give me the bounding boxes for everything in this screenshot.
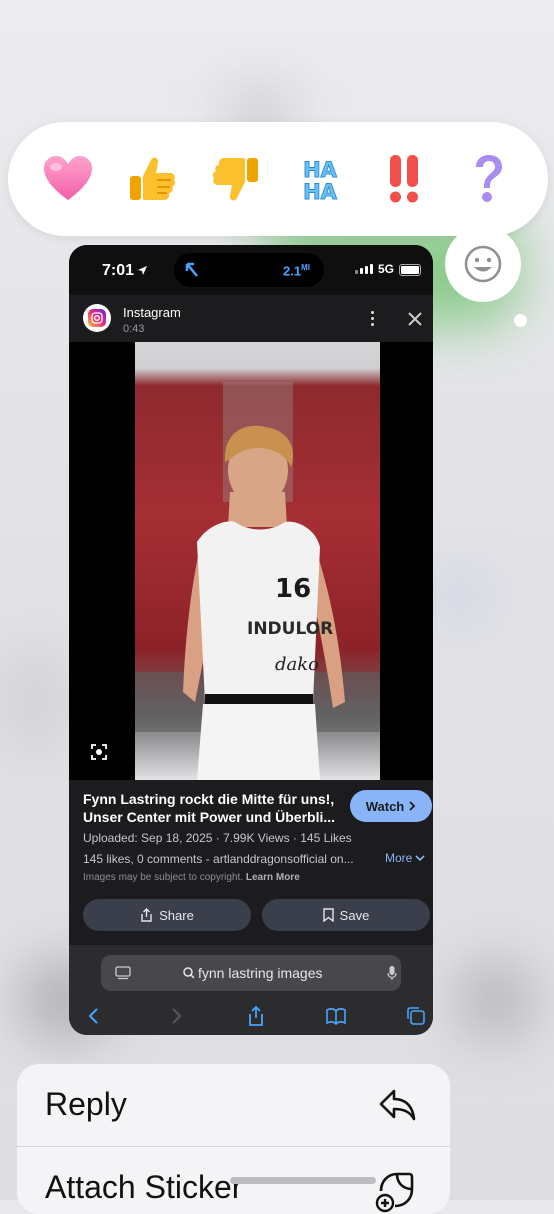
jersey-number: 16 — [275, 574, 311, 604]
blur-shape — [440, 575, 480, 615]
blur-shape — [455, 960, 535, 1040]
browser-nav — [69, 1001, 433, 1031]
more-button[interactable]: More — [385, 851, 425, 865]
chevron-right-icon — [409, 801, 416, 811]
turn-arrow-icon — [185, 262, 198, 277]
lens-search-icon[interactable] — [89, 742, 109, 762]
bubble-tail-dot — [514, 314, 527, 327]
thumbs-up-icon — [130, 157, 176, 200]
haha-reaction[interactable]: HA HA — [288, 147, 352, 211]
upload-meta: Uploaded: Sep 18, 2025 · 7.99K Views · 1… — [83, 831, 352, 845]
watch-label: Watch — [365, 798, 405, 814]
navigation-distance: 2.1MI — [283, 263, 310, 279]
smiley-face-icon — [464, 245, 502, 283]
reply-label: Reply — [45, 1086, 127, 1122]
question-reaction[interactable] — [456, 147, 520, 211]
bookmark-icon — [322, 908, 334, 922]
result-description: 145 likes, 0 comments - artlanddragonsof… — [83, 852, 354, 866]
network-type: 5G — [378, 262, 395, 276]
camera-icon — [91, 312, 103, 324]
signal-icon — [355, 264, 373, 274]
chevron-down-icon — [415, 854, 425, 861]
search-query: fynn lastring images — [198, 965, 323, 981]
jersey-brand: INDULOR — [247, 619, 333, 639]
more-options-icon[interactable] — [365, 311, 379, 331]
instagram-logo — [83, 304, 111, 332]
share-icon — [141, 908, 152, 922]
add-reaction-button[interactable] — [445, 226, 521, 302]
bookmarks-icon[interactable] — [325, 1005, 347, 1027]
haha-text: HA — [303, 180, 338, 204]
tapback-bar: HA HA — [8, 122, 548, 236]
save-label: Save — [339, 907, 370, 923]
media-preview[interactable]: 16 INDULOR dako — [69, 342, 433, 780]
context-menu: Reply Attach Sticker — [17, 1064, 450, 1214]
home-indicator — [230, 1177, 376, 1184]
search-icon — [183, 967, 195, 979]
jersey-sponsor: dako — [275, 654, 319, 675]
close-icon[interactable] — [405, 309, 425, 329]
browser-toolbar: fynn lastring images — [69, 945, 433, 1035]
basketball-player-image: 16 INDULOR dako — [135, 382, 380, 780]
thumbs-down-icon — [212, 158, 258, 201]
battery-icon — [399, 264, 421, 276]
exclamation-reaction[interactable] — [372, 147, 436, 211]
learn-more-link[interactable]: Learn More — [246, 872, 300, 883]
watch-button[interactable]: Watch — [350, 790, 432, 822]
more-label: More — [385, 851, 413, 865]
back-icon[interactable] — [83, 1005, 105, 1027]
status-bar: 7:01 2.1MI 5G — [69, 245, 433, 295]
player-photo: 16 INDULOR dako — [135, 342, 380, 780]
heart-icon — [44, 156, 92, 200]
share-sheet-icon[interactable] — [245, 1005, 267, 1027]
share-label: Share — [159, 907, 194, 923]
reply-arrow-icon — [379, 1089, 416, 1121]
video-duration: 0:43 — [123, 323, 145, 335]
address-bar[interactable]: fynn lastring images — [101, 955, 401, 991]
haha-icon: HA HA — [303, 158, 339, 205]
attach-sticker-label: Attach Sticker — [45, 1169, 243, 1205]
share-button[interactable]: Share — [83, 899, 251, 931]
reply-menu-item[interactable]: Reply — [17, 1064, 450, 1146]
microphone-icon[interactable] — [387, 965, 397, 981]
result-title[interactable]: Fynn Lastring rockt die Mitte für uns!, … — [83, 790, 348, 826]
thumbs-up-reaction[interactable] — [120, 147, 184, 211]
question-mark-icon — [476, 155, 502, 202]
thumbs-down-reaction[interactable] — [204, 147, 268, 211]
copyright-notice: Images may be subject to copyright. Lear… — [83, 872, 300, 883]
source-header: Instagram 0:43 — [69, 295, 433, 343]
double-exclamation-icon — [390, 155, 418, 203]
status-time: 7:01 — [102, 262, 135, 279]
location-arrow-icon — [138, 266, 147, 275]
sticker-icon — [375, 1172, 414, 1213]
heart-reaction[interactable] — [36, 147, 100, 211]
haha-text: HA — [303, 158, 338, 182]
source-name: Instagram — [123, 305, 181, 320]
save-button[interactable]: Save — [262, 899, 430, 931]
blur-shape — [0, 640, 70, 760]
dynamic-island: 2.1MI — [174, 253, 324, 287]
reader-icon — [115, 966, 131, 980]
message-screenshot[interactable]: 7:01 2.1MI 5G Instagram 0:43 16 INDULOR … — [69, 245, 433, 1035]
tabs-icon[interactable] — [405, 1005, 427, 1027]
forward-icon[interactable] — [165, 1005, 187, 1027]
